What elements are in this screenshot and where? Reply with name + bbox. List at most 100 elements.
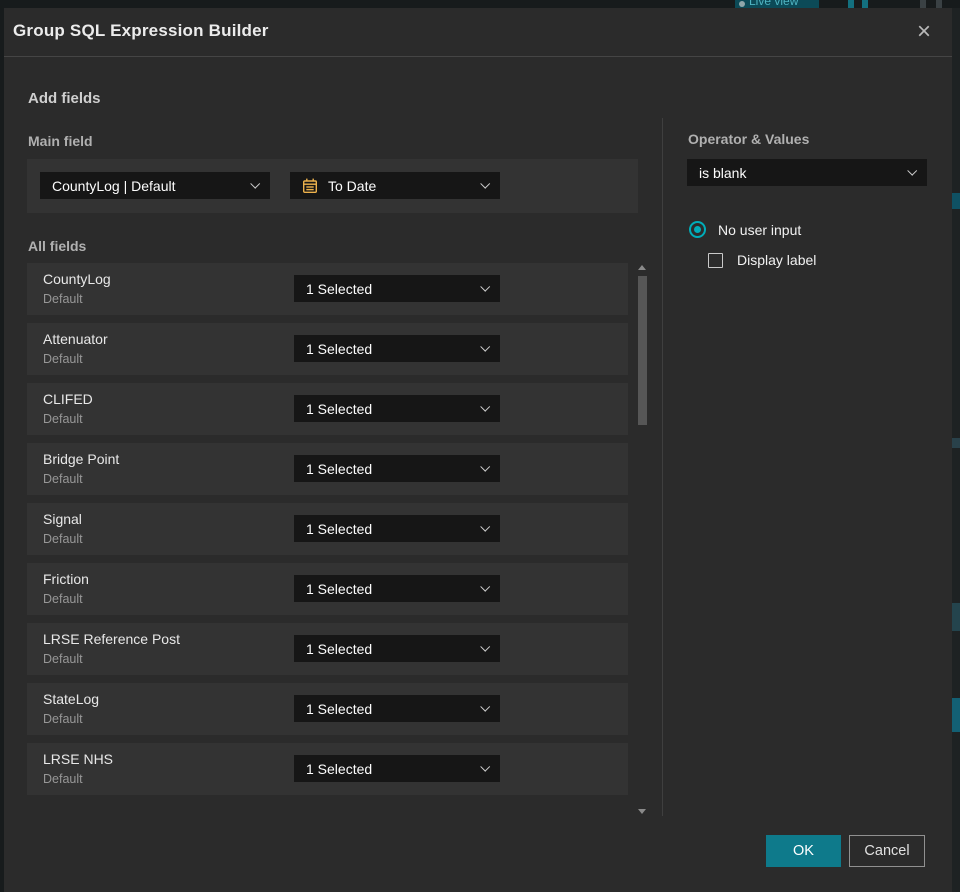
dialog-title: Group SQL Expression Builder <box>13 21 269 40</box>
field-row: Friction Default 1 Selected <box>27 563 628 615</box>
field-row: StateLog Default 1 Selected <box>27 683 628 735</box>
scroll-down-arrow-icon[interactable] <box>638 809 646 814</box>
dialog-titlebar: Group SQL Expression Builder × <box>4 8 952 57</box>
background-fragment <box>952 698 960 732</box>
chevron-down-icon <box>480 281 491 292</box>
operator-values-heading: Operator & Values <box>688 131 810 147</box>
field-selection-value: 1 Selected <box>306 400 373 417</box>
field-sublabel: Default <box>43 772 83 786</box>
field-row: CLIFED Default 1 Selected <box>27 383 628 435</box>
field-selection-value: 1 Selected <box>306 700 373 717</box>
field-name: StateLog <box>43 691 100 707</box>
field-row: LRSE Reference Post Default 1 Selected <box>27 623 628 675</box>
no-user-input-radio[interactable]: No user input <box>689 221 801 238</box>
main-field-heading: Main field <box>28 133 93 149</box>
background-fragment <box>952 603 960 631</box>
field-selection-dropdown[interactable]: 1 Selected <box>294 515 500 542</box>
chevron-down-icon <box>250 178 261 189</box>
no-user-input-label: No user input <box>718 221 802 238</box>
field-row: Signal Default 1 Selected <box>27 503 628 555</box>
field-row: CountyLog Default 1 Selected <box>27 263 628 315</box>
toolbar-fragment-icon <box>848 0 854 8</box>
field-sublabel: Default <box>43 472 83 486</box>
cancel-button[interactable]: Cancel <box>849 835 925 867</box>
scrollbar-thumb[interactable] <box>638 276 647 425</box>
field-name: CLIFED <box>43 391 93 407</box>
scrollbar[interactable] <box>637 263 648 816</box>
field-name: Friction <box>43 571 89 587</box>
checkbox-unchecked-icon <box>708 252 723 268</box>
vertical-divider <box>662 118 663 816</box>
ok-button[interactable]: OK <box>766 835 841 867</box>
field-selection-dropdown[interactable]: 1 Selected <box>294 395 500 422</box>
field-name: LRSE NHS <box>43 751 114 767</box>
live-view-button[interactable]: Live view <box>735 0 819 8</box>
screen: Live view Group SQL Expression Builder ×… <box>0 0 960 892</box>
toolbar-fragment-icon <box>862 0 868 8</box>
chevron-down-icon <box>480 701 491 712</box>
field-name: Attenuator <box>43 331 108 347</box>
field-name: Bridge Point <box>43 451 120 467</box>
background-fragment <box>952 193 960 209</box>
calendar-icon <box>303 178 318 193</box>
field-selection-value: 1 Selected <box>306 280 373 297</box>
field-selection-dropdown[interactable]: 1 Selected <box>294 695 500 722</box>
chevron-down-icon <box>480 401 491 412</box>
field-sublabel: Default <box>43 352 83 366</box>
field-selection-dropdown[interactable]: 1 Selected <box>294 635 500 662</box>
chevron-down-icon <box>480 341 491 352</box>
field-selection-dropdown[interactable]: 1 Selected <box>294 755 500 782</box>
main-field-select[interactable]: CountyLog | Default <box>40 172 270 199</box>
field-selection-value: 1 Selected <box>306 760 373 777</box>
display-label-label: Display label <box>737 252 817 268</box>
live-dot-icon <box>739 1 745 7</box>
scroll-up-arrow-icon[interactable] <box>638 265 646 270</box>
main-field-type-value: To Date <box>328 177 377 194</box>
field-sublabel: Default <box>43 292 83 306</box>
field-sublabel: Default <box>43 412 83 426</box>
field-selection-dropdown[interactable]: 1 Selected <box>294 275 500 302</box>
chevron-down-icon <box>480 581 491 592</box>
background-app-right-strip <box>952 8 960 892</box>
field-sublabel: Default <box>43 592 83 606</box>
all-fields-heading: All fields <box>28 238 87 254</box>
toolbar-fragment-icon <box>936 0 942 8</box>
add-fields-heading: Add fields <box>28 90 101 107</box>
main-field-type-select[interactable]: To Date <box>290 172 500 199</box>
background-app-top-strip: Live view <box>0 0 960 8</box>
field-name: CountyLog <box>43 271 111 287</box>
field-row: Attenuator Default 1 Selected <box>27 323 628 375</box>
field-selection-value: 1 Selected <box>306 460 373 477</box>
operator-select[interactable]: is blank <box>687 159 927 186</box>
toolbar-fragment-icon <box>920 0 926 8</box>
display-label-checkbox[interactable]: Display label <box>708 252 816 268</box>
live-view-label: Live view <box>749 0 799 8</box>
chevron-down-icon <box>480 461 491 472</box>
field-row: Bridge Point Default 1 Selected <box>27 443 628 495</box>
field-name: Signal <box>43 511 82 527</box>
background-fragment <box>952 438 960 448</box>
close-icon[interactable]: × <box>908 16 940 48</box>
chevron-down-icon <box>480 641 491 652</box>
field-sublabel: Default <box>43 532 83 546</box>
field-selection-value: 1 Selected <box>306 520 373 537</box>
chevron-down-icon <box>480 761 491 772</box>
main-field-select-value: CountyLog | Default <box>52 177 176 194</box>
field-row: LRSE NHS Default 1 Selected <box>27 743 628 795</box>
field-selection-value: 1 Selected <box>306 640 373 657</box>
chevron-down-icon <box>480 521 491 532</box>
radio-selected-icon <box>689 221 706 238</box>
field-sublabel: Default <box>43 712 83 726</box>
field-selection-dropdown[interactable]: 1 Selected <box>294 455 500 482</box>
operator-select-value: is blank <box>699 164 747 181</box>
field-selection-value: 1 Selected <box>306 580 373 597</box>
chevron-down-icon <box>907 165 918 176</box>
field-selection-dropdown[interactable]: 1 Selected <box>294 575 500 602</box>
group-sql-expression-builder-dialog: Group SQL Expression Builder × Add field… <box>4 8 952 892</box>
main-field-panel: CountyLog | Default To Date <box>27 159 638 213</box>
field-selection-dropdown[interactable]: 1 Selected <box>294 335 500 362</box>
field-name: LRSE Reference Post <box>43 631 180 647</box>
field-sublabel: Default <box>43 652 83 666</box>
chevron-down-icon <box>480 178 491 189</box>
field-selection-value: 1 Selected <box>306 340 373 357</box>
